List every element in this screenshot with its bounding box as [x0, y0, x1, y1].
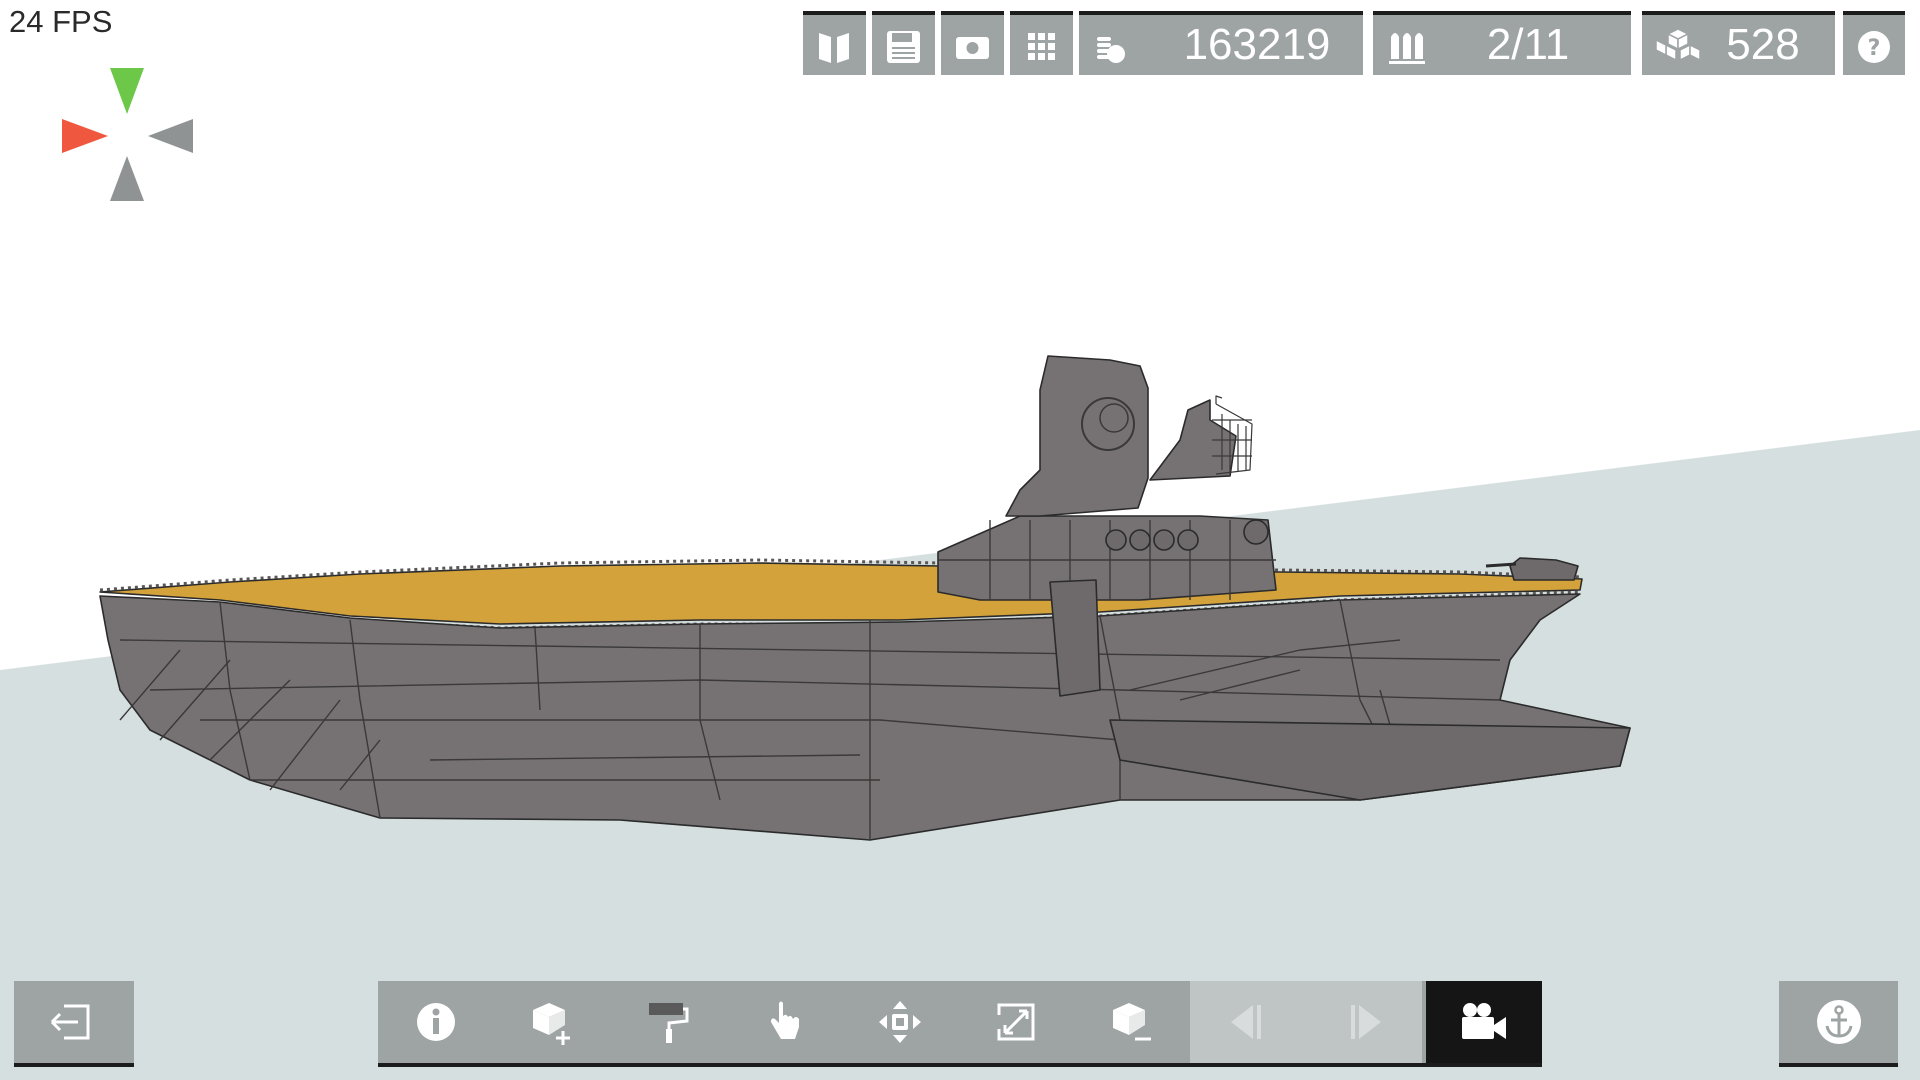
island-funnel — [1005, 355, 1149, 517]
select-tool[interactable] — [726, 981, 842, 1063]
compass-left-arrow — [62, 119, 108, 153]
add-block-tool[interactable] — [494, 981, 610, 1063]
floppy-disk-icon — [887, 31, 920, 63]
move-tool[interactable] — [842, 981, 958, 1063]
ammo-counter: 2/11 — [1373, 11, 1631, 75]
screenshot-button[interactable] — [941, 11, 1004, 75]
svg-text:?: ? — [1868, 36, 1881, 61]
info-tool[interactable] — [378, 981, 494, 1063]
step-back-icon — [1231, 1005, 1261, 1039]
compass-right-arrow — [148, 119, 193, 153]
video-camera-icon — [1462, 1003, 1506, 1039]
cost-value: 163219 — [1183, 20, 1331, 69]
paint-tool[interactable] — [610, 981, 726, 1063]
coins-icon — [1097, 37, 1125, 63]
block-value: 528 — [1726, 20, 1800, 69]
book-icon — [819, 33, 849, 63]
cubes-icon — [1655, 28, 1701, 62]
shells-icon — [1389, 33, 1425, 64]
exit-button[interactable] — [14, 981, 134, 1067]
block-counter: 528 — [1642, 11, 1835, 75]
orientation-gizmo[interactable] — [60, 66, 195, 206]
ship-model — [99, 355, 1631, 841]
grid-button[interactable] — [1010, 11, 1073, 75]
scale-tool[interactable] — [958, 981, 1074, 1063]
island-base — [937, 515, 1277, 601]
anchor-button[interactable] — [1779, 981, 1898, 1067]
remove-block-icon — [1113, 1003, 1151, 1041]
tool-bar — [378, 981, 1542, 1067]
remove-block-tool[interactable] — [1074, 981, 1190, 1063]
catalog-button[interactable] — [803, 11, 866, 75]
ammo-value: 2/11 — [1486, 20, 1570, 69]
info-icon — [417, 1003, 455, 1041]
save-button[interactable] — [872, 11, 935, 75]
compass-down-arrow — [110, 156, 144, 201]
cost-counter: 163219 — [1079, 11, 1363, 75]
step-forward-icon — [1351, 1005, 1381, 1039]
compass-up-arrow — [110, 68, 144, 114]
grid-icon — [1028, 33, 1055, 60]
paint-roller-icon — [649, 1003, 689, 1043]
question-icon: ? — [1858, 31, 1890, 63]
hand-pointer-icon — [771, 1001, 799, 1039]
camera-icon — [956, 37, 989, 59]
move-arrows-icon — [879, 1001, 921, 1043]
anchor-icon — [1816, 1000, 1861, 1044]
exit-icon — [50, 1004, 90, 1040]
resize-icon — [997, 1003, 1035, 1041]
game-viewport[interactable] — [0, 0, 1920, 1080]
fps-counter: 24 FPS — [9, 4, 113, 39]
add-block-icon — [533, 1003, 570, 1045]
camera-tool[interactable] — [1426, 981, 1542, 1063]
redo-tool[interactable] — [1306, 981, 1422, 1063]
undo-tool[interactable] — [1190, 981, 1306, 1063]
help-button[interactable]: ? — [1843, 11, 1905, 75]
